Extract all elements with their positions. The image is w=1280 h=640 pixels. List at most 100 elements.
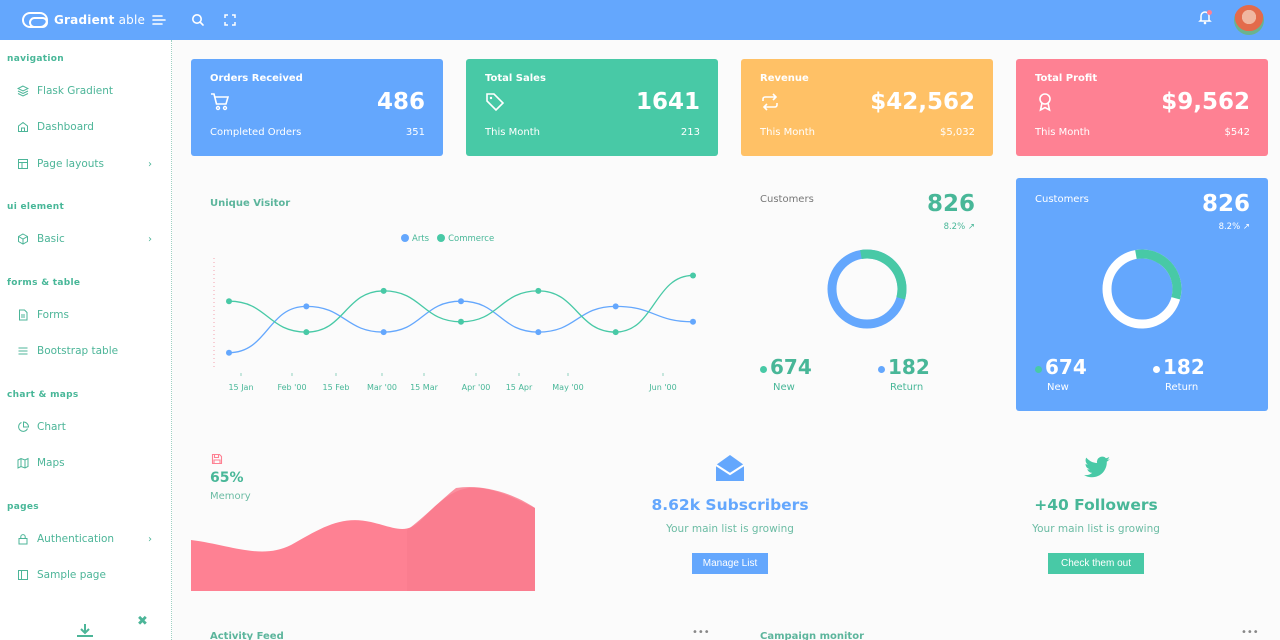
- stat-title: Total Sales: [485, 73, 546, 84]
- customers-card: Customers 826 8.2% ↗ 674 New 182 Return: [741, 178, 993, 411]
- customers-total: 826: [1201, 191, 1250, 217]
- tag-icon: [486, 93, 505, 112]
- data-point-commerce: [458, 318, 464, 325]
- return-number: 182: [888, 355, 930, 379]
- followers-desc: Your main list is growing: [1032, 523, 1160, 535]
- stat-sub-label: This Month: [1035, 127, 1090, 138]
- trend-up-icon: ↗: [967, 222, 975, 232]
- sidebar-item-page-layouts[interactable]: Page layouts ›: [0, 152, 170, 176]
- user-avatar[interactable]: [1234, 5, 1264, 35]
- stat-card-profit: Total Profit $9,562 This Month $542: [1016, 59, 1268, 156]
- customers-title: Customers: [1035, 194, 1089, 205]
- menu-icon[interactable]: [151, 12, 167, 28]
- stat-sub-label: This Month: [760, 127, 815, 138]
- customers-donut: [1102, 249, 1182, 329]
- subscribers-desc: Your main list is growing: [666, 523, 794, 535]
- percent-value: 8.2%: [943, 222, 966, 232]
- memory-label: Memory: [210, 491, 251, 502]
- nav-caption-chart-maps: chart & maps: [7, 390, 79, 400]
- stat-value: 486: [376, 89, 425, 115]
- search-icon[interactable]: [190, 12, 206, 28]
- stat-sub-label: Completed Orders: [210, 127, 302, 138]
- sidebar-item-forms[interactable]: Forms: [0, 303, 170, 327]
- sidebar-item-label: Chart: [37, 421, 66, 433]
- x-tick-label: Jun '00: [648, 383, 676, 392]
- check-them-out-button[interactable]: Check them out: [1048, 553, 1144, 574]
- sidebar-item-dashboard[interactable]: Dashboard: [0, 115, 170, 139]
- new-number: 674: [1045, 355, 1087, 379]
- data-point-arts: [690, 318, 696, 325]
- return-number: 182: [1163, 355, 1205, 379]
- trend-up-icon: ↗: [1242, 222, 1250, 232]
- close-icon[interactable]: ✖: [137, 614, 148, 629]
- twitter-icon: [1084, 456, 1110, 478]
- stat-card-revenue: Revenue $42,562 This Month $5,032: [741, 59, 993, 156]
- nav-caption-ui-element: ui element: [7, 202, 65, 212]
- brand-logo-icon: [22, 12, 48, 28]
- x-tick-label: 15 Apr: [506, 383, 533, 392]
- stat-value: $9,562: [1161, 89, 1250, 115]
- donut-new-segment: [827, 249, 907, 329]
- stat-value: 1641: [635, 89, 700, 115]
- unique-visitor-card: Unique Visitor Arts Commerce 15 Jan Feb '…: [191, 178, 711, 408]
- sidebar-item-basic[interactable]: Basic ›: [0, 227, 170, 251]
- campaign-monitor-title: Campaign monitor: [760, 631, 865, 640]
- sidebar-item-chart[interactable]: Chart: [0, 415, 170, 439]
- sidebar-item-label: Basic: [37, 233, 65, 245]
- x-tick-label: Apr '00: [462, 383, 491, 392]
- customers-title: Customers: [760, 194, 814, 205]
- more-icon[interactable]: •••: [1241, 627, 1259, 638]
- stat-title: Orders Received: [210, 73, 303, 84]
- data-point-commerce: [303, 329, 310, 336]
- pie-chart-icon: [18, 421, 29, 432]
- brand-name-suffix: able: [114, 13, 146, 27]
- legend-dot: [760, 366, 767, 373]
- data-point-commerce: [690, 272, 696, 279]
- memory-percent: 65%: [210, 470, 244, 486]
- fullscreen-icon[interactable]: [222, 12, 238, 28]
- stat-card-sales: Total Sales 1641 This Month 213: [466, 59, 718, 156]
- x-tick-label: 15 Feb: [323, 383, 350, 392]
- customers-card-blue: Customers 826 8.2% ↗ 674 New 182 Return: [1016, 178, 1268, 411]
- donut-new-segment: [1102, 249, 1182, 329]
- customers-return-value: 182: [878, 355, 930, 379]
- sidebar-item-maps[interactable]: Maps: [0, 451, 170, 475]
- stat-value: $42,562: [870, 89, 975, 115]
- map-icon: [17, 457, 29, 469]
- data-point-commerce: [380, 287, 387, 294]
- sidebar: navigation Flask Gradient Dashboard Page…: [0, 40, 172, 640]
- chevron-right-icon: ›: [148, 533, 152, 545]
- customers-total: 826: [926, 191, 975, 217]
- customers-donut: [827, 249, 907, 329]
- sidebar-item-flask-gradient[interactable]: Flask Gradient: [0, 79, 170, 103]
- repeat-icon: [762, 93, 778, 111]
- chevron-right-icon: ›: [148, 233, 152, 245]
- stat-sub-value: 213: [680, 127, 700, 138]
- sidebar-item-label: Authentication: [37, 533, 115, 545]
- stat-title: Total Profit: [1035, 73, 1098, 84]
- manage-list-button[interactable]: Manage List: [692, 553, 768, 574]
- sidebar-item-label: Sample page: [37, 569, 106, 581]
- x-tick-label: Feb '00: [277, 383, 306, 392]
- stat-sub-label: This Month: [485, 127, 540, 138]
- data-point-arts: [380, 329, 387, 336]
- bell-icon[interactable]: [1197, 9, 1213, 25]
- x-tick-label: May '00: [552, 383, 583, 392]
- sidebar-item-bootstrap-table[interactable]: Bootstrap table: [0, 339, 170, 363]
- sidebar-item-label: Dashboard: [37, 121, 94, 133]
- sidebar-item-sample-page[interactable]: Sample page: [0, 563, 170, 587]
- more-icon[interactable]: •••: [692, 627, 710, 638]
- memory-card: 65% Memory: [191, 440, 535, 591]
- data-point-commerce: [226, 298, 232, 305]
- chevron-right-icon: ›: [148, 158, 152, 170]
- sidebar-item-authentication[interactable]: Authentication ›: [0, 527, 170, 551]
- nav-caption-navigation: navigation: [7, 54, 64, 64]
- percent-value: 8.2%: [1218, 222, 1241, 232]
- customers-percent: 8.2% ↗: [944, 222, 975, 232]
- save-icon: [211, 453, 223, 465]
- x-tick-label: 15 Mar: [410, 383, 439, 392]
- visitor-line-chart: 15 Jan Feb '00 15 Feb Mar '00 15 Mar Apr '00 1…: [213, 258, 696, 392]
- brand[interactable]: Gradient able: [22, 12, 145, 28]
- file-icon: [19, 309, 28, 321]
- layout-icon: [18, 159, 28, 169]
